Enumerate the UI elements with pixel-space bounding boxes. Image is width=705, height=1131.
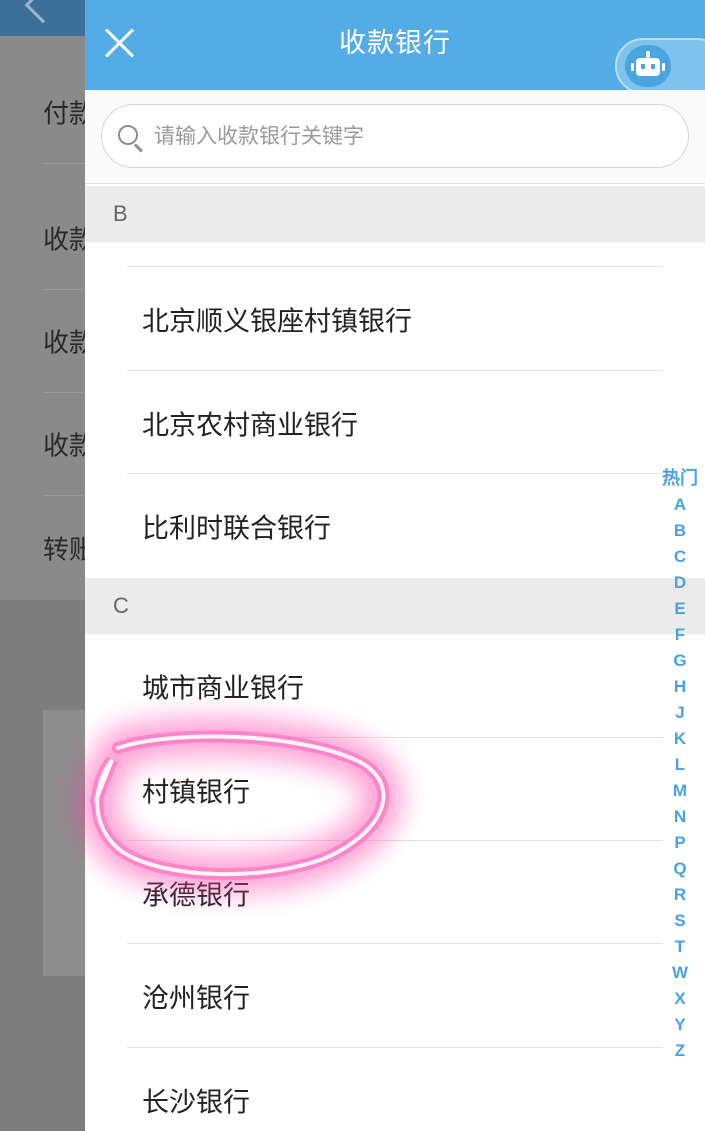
alphabet-index-bar: 热门 A B C D E F G H J K L M N P Q R S T W… [655,466,705,1064]
index-item[interactable]: P [655,830,705,856]
index-item[interactable]: L [655,752,705,778]
search-icon [118,125,138,145]
index-item[interactable]: Q [655,856,705,882]
bank-name: 长沙银行 [142,1087,250,1119]
index-item[interactable]: T [655,934,705,960]
bank-name: 北京农村商业银行 [142,410,358,442]
index-item[interactable]: N [655,804,705,830]
bank-name: 比利时联合银行 [142,513,331,545]
section-header-b: B [85,186,705,242]
bank-name: 城市商业银行 [142,673,304,705]
bank-list-item[interactable]: 长沙银行 [85,1048,705,1131]
bank-name: 沧州银行 [142,983,250,1015]
index-item[interactable]: Y [655,1012,705,1038]
index-item[interactable]: M [655,778,705,804]
bank-list-item[interactable]: 城市商业银行 [85,634,705,738]
index-item[interactable]: H [655,674,705,700]
section-letter: C [113,593,129,618]
section-header-c: C [85,578,705,634]
index-item[interactable]: S [655,908,705,934]
header-bar: 收款银行 [85,0,705,94]
bank-list-item[interactable]: 北京顺义银座村镇银行 [85,267,705,371]
search-box[interactable] [101,104,689,168]
robot-icon [625,45,671,87]
index-item[interactable]: W [655,960,705,986]
bank-list-item[interactable]: 比利时联合银行 [85,474,705,578]
index-item[interactable]: X [655,986,705,1012]
bank-name: 承德银行 [142,880,250,912]
search-bar [85,90,705,184]
bank-list-item[interactable]: 村镇银行 [85,738,705,842]
index-item[interactable]: E [655,596,705,622]
bank-picker-panel: 收款银行 B 北京顺义银座村镇银行 北京农村商业银行 比利时联合银行 C [85,0,705,1131]
bank-list-item[interactable]: 承德银行 [85,841,705,945]
index-item[interactable]: K [655,726,705,752]
bank-name: 北京顺义银座村镇银行 [142,306,412,338]
bank-name: 村镇银行 [142,777,250,809]
index-item[interactable]: D [655,570,705,596]
index-item[interactable]: R [655,882,705,908]
index-item[interactable]: J [655,700,705,726]
index-item[interactable]: Z [655,1038,705,1064]
bank-list-item[interactable]: 北京农村商业银行 [85,371,705,475]
index-item[interactable]: C [655,544,705,570]
index-item[interactable]: B [655,518,705,544]
index-item[interactable]: F [655,622,705,648]
search-input[interactable] [154,105,674,167]
assistant-button[interactable] [615,38,705,94]
index-item[interactable]: G [655,648,705,674]
bank-list-item[interactable]: 沧州银行 [85,944,705,1048]
page-title: 收款银行 [339,28,451,59]
index-item[interactable]: A [655,492,705,518]
index-item-hot[interactable]: 热门 [655,466,705,490]
section-letter: B [113,201,128,226]
